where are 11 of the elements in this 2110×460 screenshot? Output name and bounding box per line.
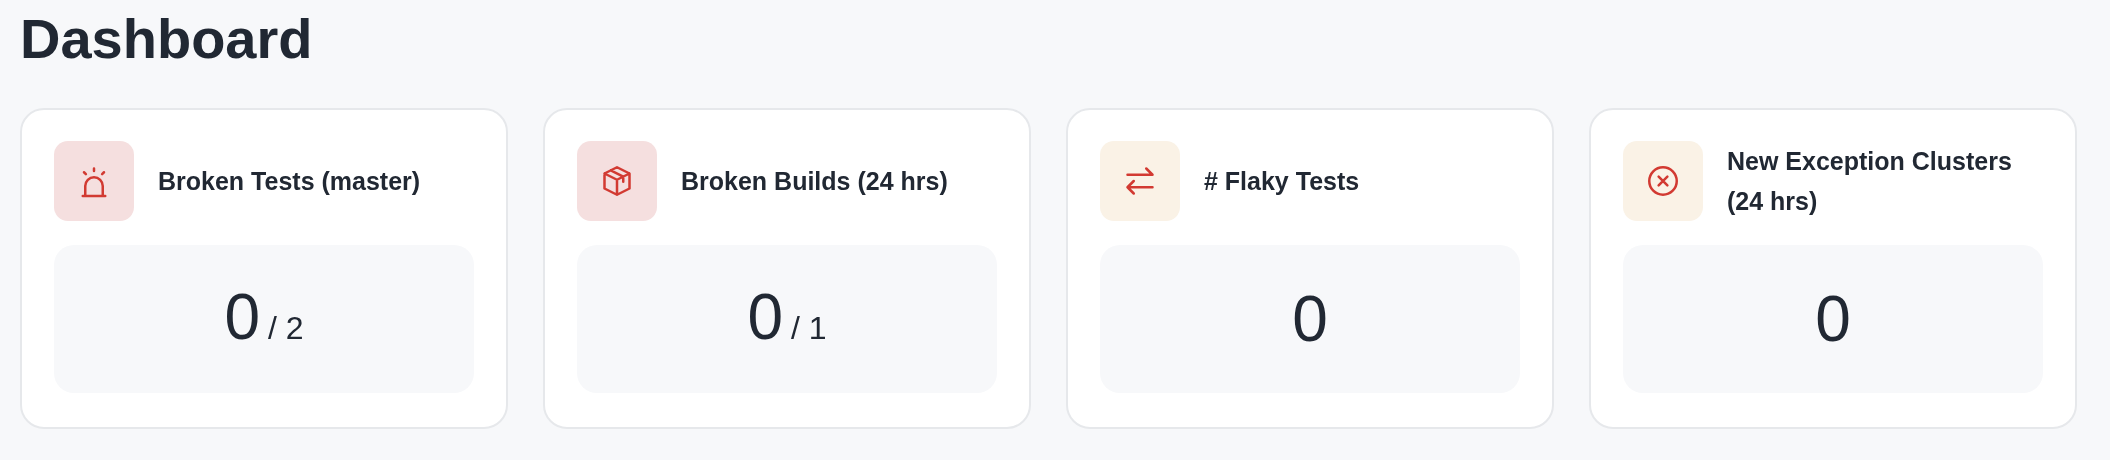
card-title: Broken Builds (24 hrs): [681, 165, 948, 197]
count-value: 0: [1815, 286, 1851, 351]
count-value: 0: [224, 285, 260, 350]
total-value: / 2: [268, 309, 304, 349]
card-title: Broken Tests (master): [158, 165, 421, 197]
count-value: 0: [747, 285, 783, 350]
card-title: # Flaky Tests: [1204, 165, 1360, 197]
card-title: New Exception Clusters (24 hrs): [1727, 145, 2013, 217]
page-title: Dashboard: [20, 8, 314, 70]
total-value: / 1: [791, 309, 827, 349]
count-value: 0: [1292, 286, 1328, 351]
